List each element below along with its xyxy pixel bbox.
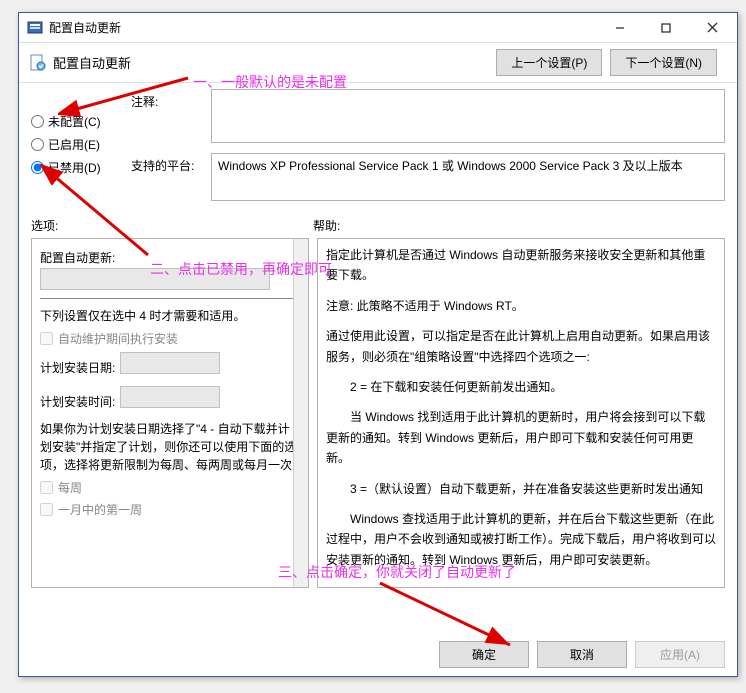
- chk-maintenance-input[interactable]: [40, 332, 53, 345]
- options-label: 选项:: [31, 217, 313, 234]
- sub-title: 配置自动更新: [53, 53, 496, 72]
- chk-weekly[interactable]: 每周: [40, 479, 300, 496]
- help-label: 帮助:: [313, 217, 340, 234]
- dialog-footer: 确定 取消 应用(A): [439, 641, 725, 668]
- chk-first-week-label: 一月中的第一周: [58, 501, 142, 518]
- options-header: 配置自动更新:: [40, 249, 300, 266]
- comment-label: 注释:: [131, 89, 211, 143]
- chk-weekly-label: 每周: [58, 479, 82, 496]
- radio-unconfigured[interactable]: 未配置(C): [31, 113, 131, 130]
- radio-enabled-input[interactable]: [31, 138, 44, 151]
- update-mode-dropdown[interactable]: [40, 268, 270, 290]
- divider: [40, 298, 300, 299]
- close-button[interactable]: [689, 14, 735, 42]
- options-long-note: 如果你为计划安装日期选择了"4 - 自动下载并计划安装"并指定了计划，则你还可以…: [40, 420, 300, 474]
- chk-weekly-input[interactable]: [40, 481, 53, 494]
- options-note: 下列设置仅在选中 4 时才需要和适用。: [40, 307, 300, 325]
- chk-maintenance-label: 自动维护期间执行安装: [58, 330, 178, 347]
- radio-unconfigured-label: 未配置(C): [48, 113, 101, 130]
- help-pane[interactable]: 指定此计算机是否通过 Windows 自动更新服务来接收安全更新和其他重要下载。…: [317, 238, 725, 588]
- chk-first-week[interactable]: 一月中的第一周: [40, 501, 300, 518]
- comment-textarea[interactable]: [211, 89, 725, 143]
- sched-time-label: 计划安装时间:: [40, 393, 120, 410]
- radio-disabled-input[interactable]: [31, 161, 44, 174]
- help-p1: 指定此计算机是否通过 Windows 自动更新服务来接收安全更新和其他重要下载。: [326, 245, 716, 286]
- sub-header: 配置自动更新 上一个设置(P) 下一个设置(N): [19, 43, 737, 83]
- help-p3: 通过使用此设置，可以指定是否在此计算机上启用自动更新。如果启用该服务，则必须在"…: [326, 326, 716, 367]
- radio-enabled[interactable]: 已启用(E): [31, 136, 131, 153]
- platform-text: Windows XP Professional Service Pack 1 或…: [211, 153, 725, 201]
- radio-disabled-label: 已禁用(D): [48, 159, 101, 176]
- options-pane[interactable]: 配置自动更新: 下列设置仅在选中 4 时才需要和适用。 自动维护期间执行安装 计…: [31, 238, 309, 588]
- radio-enabled-label: 已启用(E): [48, 136, 100, 153]
- meta-column: 注释: 支持的平台: Windows XP Professional Servi…: [131, 89, 725, 211]
- help-p6: 3 =（默认设置）自动下载更新，并在准备安装这些更新时发出通知: [326, 479, 716, 499]
- cancel-button[interactable]: 取消: [537, 641, 627, 668]
- radio-disabled[interactable]: 已禁用(D): [31, 159, 131, 176]
- maximize-button[interactable]: [643, 14, 689, 42]
- sched-date-label: 计划安装日期:: [40, 359, 120, 376]
- ok-button[interactable]: 确定: [439, 641, 529, 668]
- config-state-row: 未配置(C) 已启用(E) 已禁用(D) 注释: 支持的平台: Windows …: [19, 83, 737, 215]
- title-bar: 配置自动更新: [19, 13, 737, 43]
- dialog-window: 配置自动更新 配置自动更新 上一个设置(P) 下一个设置(N) 未配置(C) 已…: [18, 12, 738, 677]
- help-p7: Windows 查找适用于此计算机的更新，并在后台下载这些更新（在此过程中，用户…: [326, 509, 716, 570]
- chk-first-week-input[interactable]: [40, 503, 53, 516]
- prev-setting-button[interactable]: 上一个设置(P): [496, 49, 602, 76]
- chk-maintenance[interactable]: 自动维护期间执行安装: [40, 330, 300, 347]
- panes-row: 配置自动更新: 下列设置仅在选中 4 时才需要和适用。 自动维护期间执行安装 计…: [19, 238, 737, 588]
- sched-time-dropdown[interactable]: [120, 386, 220, 408]
- radio-column: 未配置(C) 已启用(E) 已禁用(D): [31, 89, 131, 211]
- minimize-button[interactable]: [597, 14, 643, 42]
- policy-icon: [29, 54, 47, 72]
- help-p5: 当 Windows 找到适用于此计算机的更新时，用户将会接到可以下载更新的通知。…: [326, 407, 716, 468]
- radio-unconfigured-input[interactable]: [31, 115, 44, 128]
- help-p4: 2 = 在下载和安装任何更新前发出通知。: [326, 377, 716, 397]
- next-setting-button[interactable]: 下一个设置(N): [610, 49, 717, 76]
- app-icon: [27, 20, 43, 36]
- apply-button: 应用(A): [635, 641, 725, 668]
- window-title: 配置自动更新: [49, 19, 597, 36]
- platform-label: 支持的平台:: [131, 153, 211, 201]
- help-p2: 注意: 此策略不适用于 Windows RT。: [326, 296, 716, 316]
- options-scrollbar[interactable]: [293, 239, 309, 587]
- panes-label-row: 选项: 帮助:: [19, 215, 737, 238]
- sched-date-dropdown[interactable]: [120, 352, 220, 374]
